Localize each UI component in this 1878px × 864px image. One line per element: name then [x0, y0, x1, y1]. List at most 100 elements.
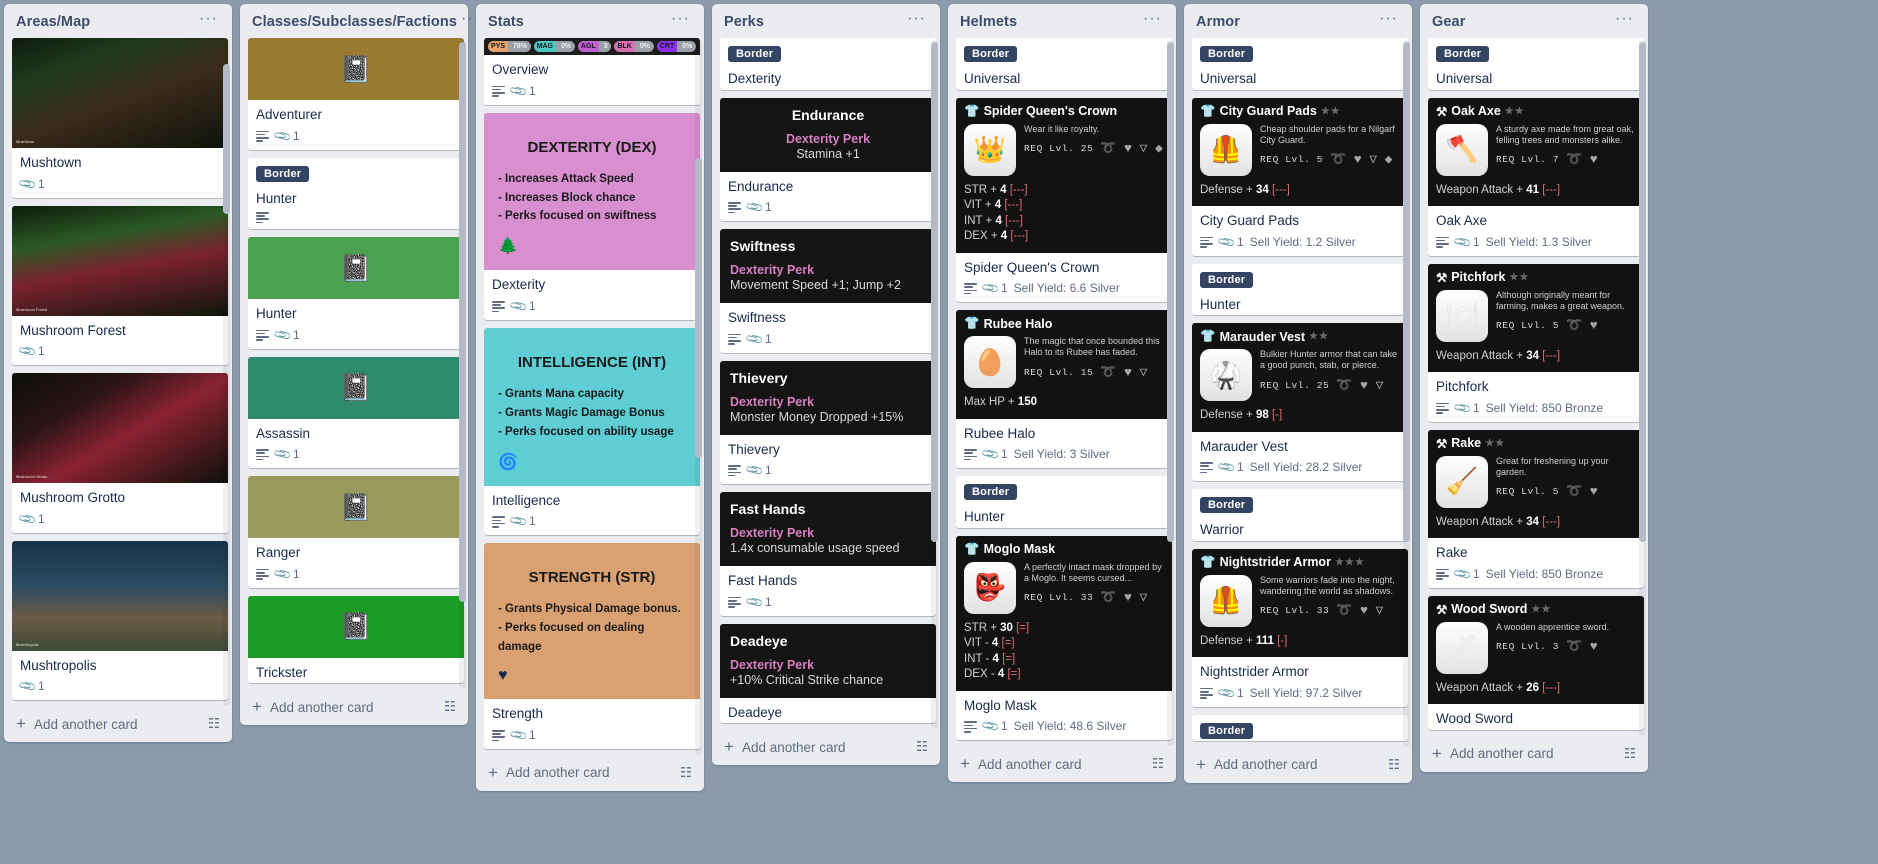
- card-label[interactable]: Border: [964, 484, 1018, 501]
- list-title: Gear: [1432, 14, 1466, 30]
- scrollbar-thumb[interactable]: [1639, 42, 1646, 542]
- list-menu-icon[interactable]: ···: [1375, 11, 1402, 29]
- perk-cover: Fast Hands Dexterity Perk 1.4x consumable …: [720, 492, 936, 567]
- card[interactable]: Border Universal: [1428, 38, 1644, 90]
- card[interactable]: 👕 City Guard Pads ★★ 🦺 Cheap shoulder pads f…: [1192, 97, 1408, 256]
- card-label[interactable]: Border: [1200, 271, 1254, 288]
- stat-pill-key: PYS: [488, 41, 509, 52]
- card-label[interactable]: Border: [1436, 46, 1490, 62]
- scrollbar-thumb[interactable]: [1403, 42, 1410, 542]
- item-flavor-text: A sturdy axe made from great oak, fellin…: [1496, 123, 1634, 145]
- card[interactable]: ⚒ Oak Axe ★★ 🪓 A sturdy axe made from great …: [1428, 97, 1644, 256]
- card[interactable]: INTELLIGENCE (INT) - Grants Mana capacity…: [484, 328, 700, 536]
- card[interactable]: Swiftness Dexterity Perk Movement Speed +1…: [720, 229, 936, 353]
- card-title: Rake: [1436, 545, 1468, 561]
- card[interactable]: Endurance Dexterity Perk Stamina +1 Enduran…: [720, 97, 936, 222]
- card[interactable]: Border Universal: [956, 38, 1172, 90]
- card[interactable]: Mushroom Forest Mushroom Forest 📎 1: [12, 205, 228, 366]
- element-icon: ➰: [1566, 638, 1583, 654]
- card-label[interactable]: Border: [728, 46, 782, 62]
- card[interactable]: Mushtown Mushtown 📎 1: [12, 38, 228, 198]
- card[interactable]: 📓 Adventurer 📎 1: [248, 38, 464, 150]
- card[interactable]: Border Universal: [1192, 38, 1408, 90]
- attachment-count: 1: [1000, 281, 1008, 296]
- item-flavor-text: Great for freshening up your garden.: [1496, 455, 1609, 477]
- card[interactable]: 👕 Marauder Vest ★★ 🥋 Bulkier Hunter armor th…: [1192, 323, 1408, 482]
- card-template-icon[interactable]: ☷: [916, 739, 928, 755]
- card[interactable]: ⚒ Wood Sword ★★ 🗡 A wooden apprentice sword.…: [1428, 595, 1644, 730]
- item-stat-label: Max HP +: [964, 396, 1018, 409]
- armor-icon: 👕: [1200, 103, 1216, 118]
- add-another-card-button[interactable]: + Add another card ☷: [1184, 749, 1412, 783]
- card-badges: 📎 1: [720, 592, 936, 616]
- card[interactable]: 📓 Trickster: [248, 595, 464, 684]
- card-template-icon[interactable]: ☷: [680, 765, 692, 781]
- card-label[interactable]: Border: [1200, 497, 1254, 514]
- weapon-icon: ⚒: [1436, 270, 1448, 285]
- stat-line: - Grants Physical Damage bonus.: [498, 603, 681, 616]
- card[interactable]: 📓 Hunter 📎 1: [248, 237, 464, 349]
- card-template-icon[interactable]: ☷: [444, 699, 456, 715]
- item-stats: Weapon Attack + 34 [---]: [1436, 349, 1636, 365]
- paperclip-icon: 📎: [1452, 563, 1473, 584]
- card[interactable]: 👕 Moglo Mask 👺 A perfectly intact mask drop…: [956, 535, 1172, 741]
- card[interactable]: PYS 78% MAG 0% AGL 3 BLK 0% CRT 0% Overview 📎 1: [484, 38, 700, 105]
- card-label[interactable]: Border: [964, 46, 1018, 62]
- card[interactable]: Fast Hands Dexterity Perk 1.4x consumable …: [720, 492, 936, 616]
- card-template-icon[interactable]: ☷: [1388, 757, 1400, 773]
- element-icon: ➰: [1566, 318, 1583, 334]
- card[interactable]: Mushtropolis Mushtropolis 📎 1: [12, 540, 228, 701]
- card[interactable]: 📓 Assassin 📎 1: [248, 356, 464, 469]
- card[interactable]: Border Warrior: [1192, 489, 1408, 541]
- attachment-count: 1: [292, 447, 300, 462]
- card[interactable]: Border Hunter: [1192, 263, 1408, 316]
- card-area: Mushtown Mushtown 📎 1 Mushroom Forest Mushroo…: [4, 38, 232, 708]
- card-cover-image: Mushroom Grotto: [12, 373, 228, 484]
- card[interactable]: 👕 Rubee Halo 🥚 The magic that once bounded …: [956, 310, 1172, 469]
- scrollbar-thumb[interactable]: [459, 42, 466, 602]
- scrollbar-thumb[interactable]: [695, 158, 702, 458]
- add-another-card-button[interactable]: + Add another card ☷: [476, 757, 704, 791]
- item-stat-bracket: [---]: [1539, 183, 1561, 196]
- scrollbar-thumb[interactable]: [931, 42, 938, 542]
- add-card-left: + Add another card: [724, 738, 846, 755]
- element-icon: ➰: [1566, 484, 1583, 500]
- card[interactable]: Deadeye Dexterity Perk +10% Critical Strik…: [720, 623, 936, 724]
- card[interactable]: Border Dexterity: [720, 38, 936, 90]
- card[interactable]: 👕 Nightstrider Armor ★★★ 🦺 Some warriors fad…: [1192, 548, 1408, 707]
- card[interactable]: 📓 Ranger 📎 1: [248, 476, 464, 588]
- paperclip-icon: 📎: [508, 295, 529, 317]
- list-menu-icon[interactable]: ···: [1139, 11, 1166, 29]
- card-label[interactable]: Border: [1200, 722, 1254, 739]
- list-menu-icon[interactable]: ···: [195, 11, 222, 29]
- list-menu-icon[interactable]: ···: [667, 11, 694, 29]
- card[interactable]: Mushroom Grotto Mushroom Grotto 📎 1: [12, 373, 228, 533]
- add-another-card-button[interactable]: + Add another card ☷: [4, 708, 232, 742]
- card[interactable]: STRENGTH (STR) - Grants Physical Damage b…: [484, 543, 700, 749]
- card[interactable]: Border: [1192, 714, 1408, 741]
- add-another-card-button[interactable]: + Add another card ☷: [240, 691, 468, 725]
- item-stat-bracket: [-]: [1273, 634, 1288, 647]
- card-template-icon[interactable]: ☷: [1624, 746, 1636, 762]
- card-template-icon[interactable]: ☷: [1152, 756, 1164, 772]
- add-another-card-button[interactable]: + Add another card ☷: [948, 748, 1176, 782]
- card-label[interactable]: Border: [1200, 46, 1254, 62]
- add-another-card-button[interactable]: + Add another card ☷: [712, 731, 940, 765]
- card-area: PYS 78% MAG 0% AGL 3 BLK 0% CRT 0% Overview 📎 1 DEXTE…: [476, 38, 704, 757]
- card-label[interactable]: Border: [256, 165, 310, 182]
- attachment-count: 1: [37, 176, 45, 191]
- scrollbar-thumb[interactable]: [1167, 42, 1174, 542]
- add-another-card-button[interactable]: + Add another card ☷: [1420, 738, 1648, 772]
- cover-watermark: Mushroom Forest: [16, 306, 48, 312]
- card[interactable]: Border Hunter: [248, 157, 464, 230]
- card[interactable]: DEXTERITY (DEX) - Increases Attack Speed -…: [484, 112, 700, 320]
- scrollbar-thumb[interactable]: [223, 64, 230, 214]
- card[interactable]: Border Hunter: [956, 476, 1172, 528]
- card[interactable]: ⚒ Rake ★★ 🧹 Great for freshening up your gar…: [1428, 429, 1644, 588]
- card-template-icon[interactable]: ☷: [208, 716, 220, 732]
- list-menu-icon[interactable]: ···: [903, 11, 930, 29]
- card[interactable]: ⚒ Pitchfork ★★ 🍽 Although originally meant f…: [1428, 263, 1644, 422]
- card[interactable]: 👕 Spider Queen's Crown 👑 Wear it like royal…: [956, 97, 1172, 303]
- list-menu-icon[interactable]: ···: [1611, 11, 1638, 29]
- card[interactable]: Thievery Dexterity Perk Monster Money Drop…: [720, 360, 936, 485]
